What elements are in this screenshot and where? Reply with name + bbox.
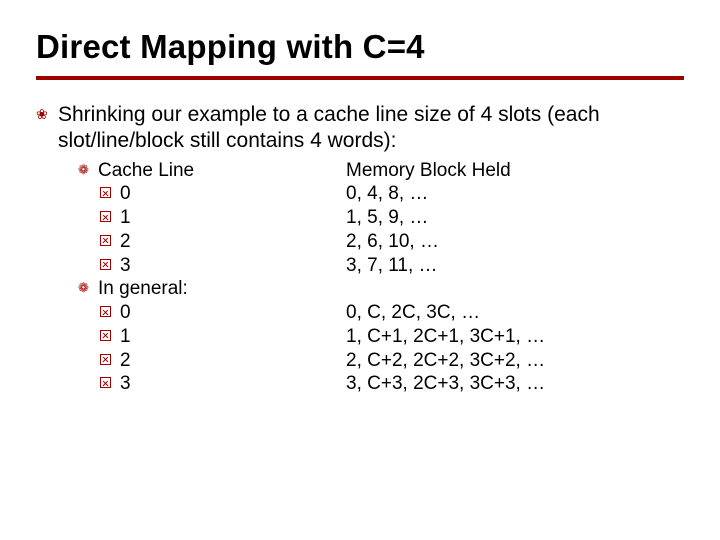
memory-block-value: 1, 5, 9, … xyxy=(346,206,684,230)
table-row: 0 0, C, 2C, 3C, … xyxy=(36,301,684,325)
intro-text: Shrinking our example to a cache line si… xyxy=(58,102,684,155)
memory-block-value: 3, 7, 11, … xyxy=(346,254,684,278)
cache-line-value: 2 xyxy=(120,230,131,254)
table-row: 1 1, C+1, 2C+1, 3C+1, … xyxy=(36,325,684,349)
intro-bullet: ❀ Shrinking our example to a cache line … xyxy=(36,102,684,155)
cache-line-value: 0 xyxy=(120,182,131,206)
zapf-bullet-icon: ❀ xyxy=(36,102,58,155)
cache-line-header: ❁ Cache Line xyxy=(78,159,346,183)
table-row: 2 2, C+2, 2C+2, 3C+2, … xyxy=(36,349,684,373)
memory-block-value: 2, 6, 10, … xyxy=(346,230,684,254)
in-general-header: ❁ In general: xyxy=(78,277,346,301)
table-row: 0 0, 4, 8, … xyxy=(36,182,684,206)
section1-header-row: ❁ Cache Line Memory Block Held xyxy=(36,159,684,183)
title-rule xyxy=(36,76,684,80)
in-general-header-text: In general: xyxy=(98,277,188,301)
box-x-icon xyxy=(100,230,120,254)
box-x-icon xyxy=(100,349,120,373)
box-x-icon xyxy=(100,372,120,396)
cache-line-value: 3 xyxy=(120,254,131,278)
slide: Direct Mapping with C=4 ❀ Shrinking our … xyxy=(0,0,720,540)
memory-block-value: 2, C+2, 2C+2, 3C+2, … xyxy=(346,349,684,373)
box-x-icon xyxy=(100,325,120,349)
table-row: 2 2, 6, 10, … xyxy=(36,230,684,254)
box-x-icon xyxy=(100,182,120,206)
table-row: 1 1, 5, 9, … xyxy=(36,206,684,230)
slide-content: ❀ Shrinking our example to a cache line … xyxy=(36,102,684,396)
box-x-icon xyxy=(100,206,120,230)
memory-block-value: 3, C+3, 2C+3, 3C+3, … xyxy=(346,372,684,396)
box-x-icon xyxy=(100,301,120,325)
zapf-bullet-icon: ❁ xyxy=(78,159,98,183)
cache-line-value: 0 xyxy=(120,301,131,325)
cache-line-value: 2 xyxy=(120,349,131,373)
slide-title: Direct Mapping with C=4 xyxy=(36,28,684,66)
memory-block-value: 1, C+1, 2C+1, 3C+1, … xyxy=(346,325,684,349)
memory-block-value: 0, C, 2C, 3C, … xyxy=(346,301,684,325)
box-x-icon xyxy=(100,254,120,278)
memory-block-header-text: Memory Block Held xyxy=(346,159,684,183)
zapf-bullet-icon: ❁ xyxy=(78,277,98,301)
table-row: 3 3, 7, 11, … xyxy=(36,254,684,278)
cache-line-value: 3 xyxy=(120,372,131,396)
section2-header-row: ❁ In general: xyxy=(36,277,684,301)
table-row: 3 3, C+3, 2C+3, 3C+3, … xyxy=(36,372,684,396)
memory-block-value: 0, 4, 8, … xyxy=(346,182,684,206)
cache-line-value: 1 xyxy=(120,206,131,230)
cache-line-value: 1 xyxy=(120,325,131,349)
cache-line-header-text: Cache Line xyxy=(98,159,194,183)
